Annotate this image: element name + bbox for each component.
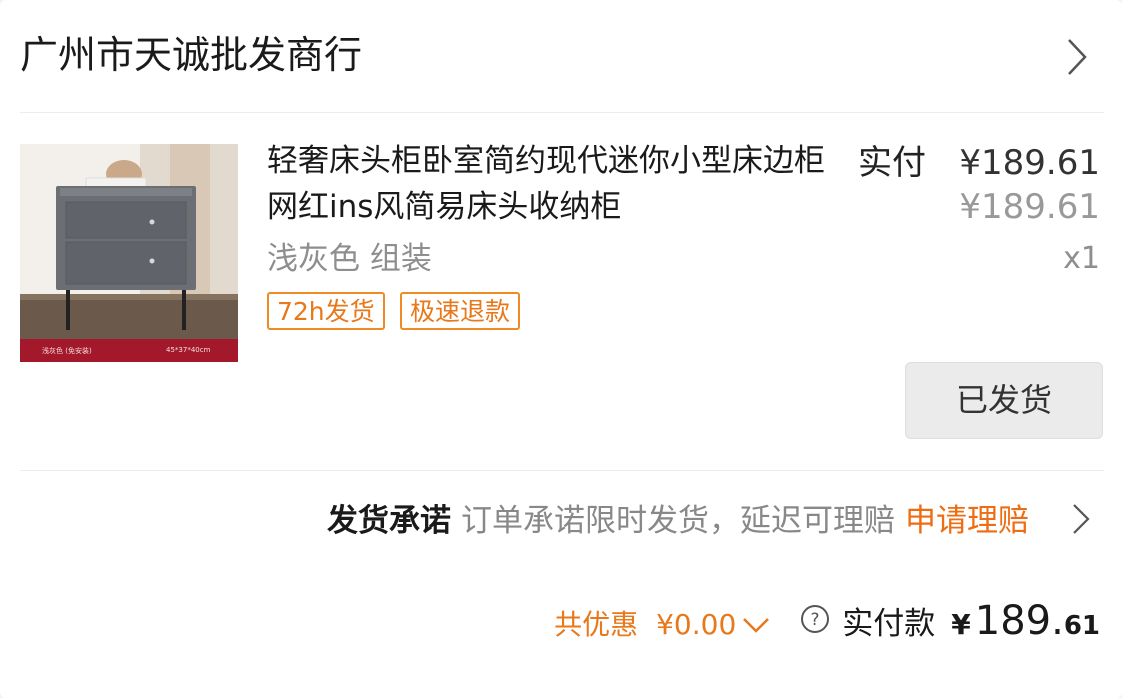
total-decimal: 61 <box>1063 611 1100 641</box>
tag-fast-refund: 极速退款 <box>400 292 521 330</box>
divider <box>20 470 1104 471</box>
tag-72h-shipping: 72h发货 <box>267 292 385 330</box>
chevron-right-icon[interactable] <box>1066 38 1088 76</box>
shipped-status-button[interactable]: 已发货 <box>905 362 1103 439</box>
svg-text:?: ? <box>811 610 820 630</box>
nightstand-image <box>20 144 238 362</box>
promise-label: 发货承诺 <box>327 503 451 539</box>
help-icon[interactable]: ? <box>800 604 830 634</box>
product-spec: 浅灰色 组装 <box>267 241 432 277</box>
order-total-row: 共优惠 ¥0.00 ? 实付款 ¥ 189. 61 <box>554 598 1100 660</box>
paid-amount: ¥189.61 <box>959 143 1100 183</box>
divider <box>20 112 1104 113</box>
image-caption-left: 浅灰色 (免安装) <box>42 347 92 355</box>
total-currency: ¥ <box>951 608 971 641</box>
apply-claim-link[interactable]: 申请理赔 <box>905 503 1029 539</box>
chevron-down-icon[interactable] <box>742 616 770 634</box>
discount-amount[interactable]: ¥0.00 <box>656 608 736 641</box>
chevron-right-icon[interactable] <box>1072 503 1090 535</box>
shop-header[interactable]: 广州市天诚批发商行 <box>0 0 1122 112</box>
promise-description: 订单承诺限时发货，延迟可理赔 <box>461 503 895 539</box>
quantity: x1 <box>1063 241 1100 276</box>
discount-label[interactable]: 共优惠 <box>554 603 638 643</box>
product-title[interactable]: 轻奢床头柜卧室简约现代迷你小型床边柜网红ins风简易床头收纳柜 <box>267 138 837 230</box>
original-price: ¥189.61 <box>959 187 1100 227</box>
image-caption-right: 45*37*40cm <box>166 346 211 354</box>
order-card: 广州市天诚批发商行 浅灰色 (免安装) 45*37*40cm 轻奢床头柜卧室简约… <box>0 0 1122 698</box>
shop-name[interactable]: 广州市天诚批发商行 <box>20 28 362 82</box>
shipping-promise-row[interactable]: 发货承诺 订单承诺限时发货，延迟可理赔 申请理赔 <box>327 496 1029 546</box>
paid-label: 实付 <box>858 143 926 183</box>
product-image[interactable]: 浅灰色 (免安装) 45*37*40cm <box>20 144 238 362</box>
total-integer: 189. <box>974 598 1064 644</box>
total-label: 实付款 <box>842 606 936 642</box>
